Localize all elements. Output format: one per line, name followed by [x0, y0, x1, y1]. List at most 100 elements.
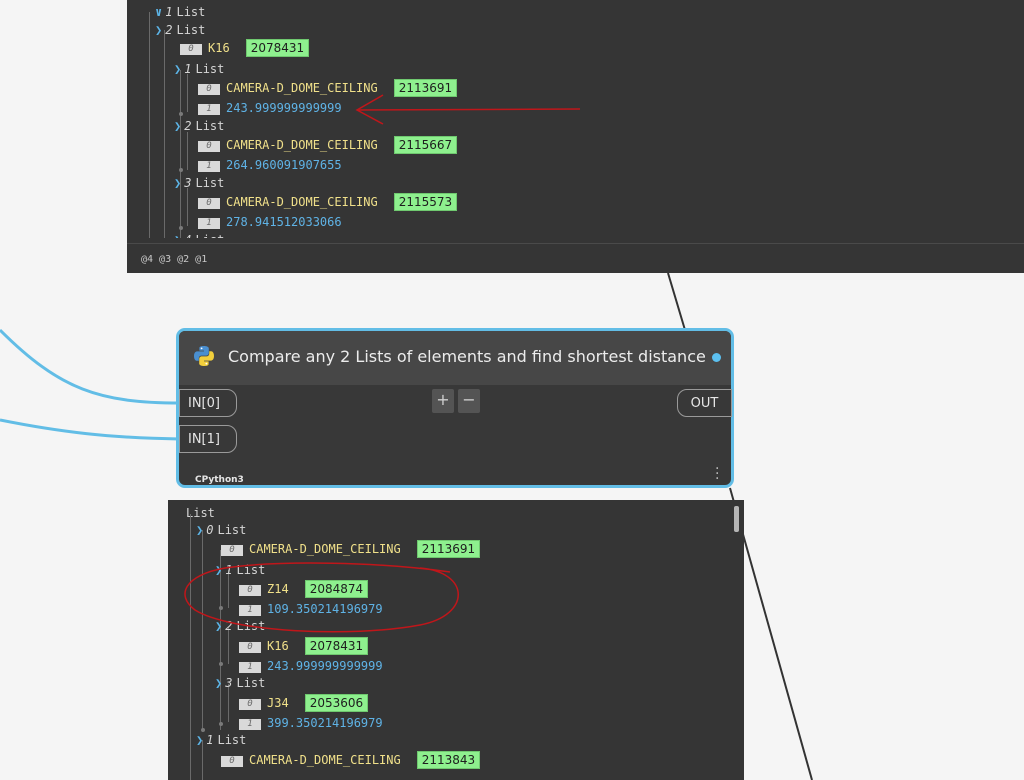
- tree-item[interactable]: 1 243.999999999999: [239, 657, 383, 675]
- top-watch-panel[interactable]: ∨ 1 List ❯ 2 List 0 K16 2078431 ❯ 1 List 0 CAMERA-D_D…: [127, 0, 1024, 273]
- wire-in0: [0, 328, 181, 405]
- item-index-badge: 0: [239, 585, 261, 596]
- list-index: 2: [225, 619, 233, 633]
- tree-list-node[interactable]: ❯ 1 List: [196, 731, 246, 749]
- top-watch-tree[interactable]: ∨ 1 List ❯ 2 List 0 K16 2078431 ❯ 1 List 0 CAMERA-D_D…: [127, 0, 1024, 238]
- output-port-out[interactable]: OUT: [677, 389, 732, 417]
- chevron-right-icon[interactable]: ❯: [174, 119, 181, 133]
- item-index-badge: 0: [221, 545, 243, 556]
- python-script-node[interactable]: Compare any 2 Lists of elements and find…: [176, 328, 734, 488]
- item-index-badge: 1: [239, 719, 261, 730]
- item-string-value: CAMERA-D_DOME_CEILING: [249, 753, 401, 767]
- list-label: List: [195, 62, 225, 76]
- tree-list-node[interactable]: ❯ 1 List: [215, 561, 265, 579]
- bottom-watch-panel[interactable]: List ❯ 0 List 0 CAMERA-D_DOME_CEILING 2113691…: [168, 500, 744, 780]
- list-index: 1: [184, 62, 192, 76]
- item-number-value: 109.350214196979: [267, 602, 383, 616]
- element-id-tag[interactable]: 2078431: [245, 39, 310, 57]
- item-string-value: CAMERA-D_DOME_CEILING: [226, 138, 378, 152]
- item-index-badge: 0: [198, 141, 220, 152]
- remove-input-button[interactable]: −: [458, 389, 480, 413]
- tree-item[interactable]: 0 K16 2078431: [239, 637, 369, 655]
- tree-item[interactable]: 0 CAMERA-D_DOME_CEILING 2113691: [198, 79, 458, 97]
- list-index: 3: [184, 176, 192, 190]
- element-id-tag[interactable]: 2113691: [393, 79, 458, 97]
- list-label: List: [236, 676, 266, 690]
- tree-item[interactable]: 1 243.999999999999: [198, 99, 342, 117]
- tree-list-node[interactable]: ❯4 List: [174, 231, 224, 238]
- tree-list-node[interactable]: ❯ 2 List: [155, 21, 205, 39]
- tree-guide-line: [164, 30, 165, 238]
- item-index-badge: 0: [198, 198, 220, 209]
- item-number-value: 243.999999999999: [226, 101, 342, 115]
- wire-in1: [0, 418, 181, 441]
- tree-item[interactable]: 0 J34 2053606: [239, 694, 369, 712]
- list-index: 1: [206, 733, 214, 747]
- list-index: 1: [225, 563, 233, 577]
- item-number-value: 399.350214196979: [267, 716, 383, 730]
- item-index-badge: 1: [198, 104, 220, 115]
- chevron-right-icon[interactable]: ❯: [196, 523, 203, 537]
- element-id-tag[interactable]: 2078431: [304, 637, 369, 655]
- list-label: List: [176, 23, 206, 37]
- tree-item[interactable]: 1 278.941512033066: [198, 213, 342, 231]
- element-id-tag[interactable]: 2115667: [393, 136, 458, 154]
- list-level-indicator[interactable]: @4 @3 @2 @1: [141, 254, 207, 265]
- list-index: 2: [184, 119, 192, 133]
- input-port-in0[interactable]: IN[0]: [179, 389, 237, 417]
- element-id-tag[interactable]: 2115573: [393, 193, 458, 211]
- chevron-right-icon[interactable]: ❯: [215, 619, 222, 633]
- tree-list-node[interactable]: ∨ 1 List: [155, 3, 205, 21]
- tree-item[interactable]: 1 264.960091907655: [198, 156, 342, 174]
- tree-list-node[interactable]: ❯ 1 List: [174, 60, 224, 78]
- more-options-icon[interactable]: · · ·: [715, 462, 719, 486]
- item-index-badge: 0: [221, 756, 243, 767]
- input-port-in1[interactable]: IN[1]: [179, 425, 237, 453]
- tree-item[interactable]: 1 399.350214196979: [239, 714, 383, 732]
- tree-list-node[interactable]: ❯ 2 List: [215, 617, 265, 635]
- element-id-tag[interactable]: 2113691: [416, 540, 481, 558]
- list-index: 0: [206, 523, 214, 537]
- list-label: List: [176, 5, 206, 19]
- item-number-value: 264.960091907655: [226, 158, 342, 172]
- tree-item[interactable]: 1 109.350214196979: [239, 600, 383, 618]
- tree-guide-line: [149, 12, 150, 238]
- tree-item[interactable]: 0 CAMERA-D_DOME_CEILING 2113843: [221, 751, 481, 769]
- list-index: 2: [165, 23, 173, 37]
- input-port-label: IN[0]: [188, 396, 220, 411]
- node-header[interactable]: Compare any 2 Lists of elements and find…: [179, 331, 731, 385]
- add-input-button[interactable]: +: [432, 389, 454, 413]
- tree-list-node[interactable]: ❯ 2 List: [174, 117, 224, 135]
- scrollbar-thumb[interactable]: [734, 506, 739, 532]
- chevron-right-icon[interactable]: ❯: [196, 733, 203, 747]
- element-id-tag[interactable]: 2084874: [304, 580, 369, 598]
- list-label: List: [236, 563, 266, 577]
- chevron-right-icon[interactable]: ❯: [155, 23, 162, 37]
- chevron-right-icon[interactable]: ❯: [174, 62, 181, 76]
- node-title: Compare any 2 Lists of elements and find…: [228, 347, 706, 366]
- element-id-tag[interactable]: 2113843: [416, 751, 481, 769]
- tree-list-node[interactable]: ❯ 0 List: [196, 521, 246, 539]
- chevron-right-icon[interactable]: ❯: [215, 563, 222, 577]
- list-label: List: [217, 733, 247, 747]
- chevron-right-icon[interactable]: ❯: [174, 176, 181, 190]
- chevron-right-icon[interactable]: ❯: [174, 233, 181, 238]
- tree-item[interactable]: 0 K16 2078431: [180, 39, 310, 57]
- tree-list-node[interactable]: ❯ 3 List: [174, 174, 224, 192]
- tree-item[interactable]: 0 CAMERA-D_DOME_CEILING 2115667: [198, 136, 458, 154]
- list-index: 4: [184, 233, 191, 238]
- tree-guide-line: [187, 74, 188, 112]
- tree-guide-tick: [179, 168, 183, 172]
- bottom-watch-tree[interactable]: List ❯ 0 List 0 CAMERA-D_DOME_CEILING 2113691…: [168, 500, 728, 780]
- item-string-value: K16: [267, 639, 289, 653]
- chevron-down-icon[interactable]: ∨: [155, 5, 162, 19]
- tree-item[interactable]: 0 CAMERA-D_DOME_CEILING 2115573: [198, 193, 458, 211]
- tree-item[interactable]: 0 CAMERA-D_DOME_CEILING 2113691: [221, 540, 481, 558]
- item-string-value: CAMERA-D_DOME_CEILING: [249, 542, 401, 556]
- chevron-right-icon[interactable]: ❯: [215, 676, 222, 690]
- wire-top-to-node: [667, 272, 686, 331]
- tree-item[interactable]: 0 Z14 2084874: [239, 580, 369, 598]
- list-index: 3: [225, 676, 233, 690]
- tree-list-node[interactable]: ❯ 3 List: [215, 674, 265, 692]
- element-id-tag[interactable]: 2053606: [304, 694, 369, 712]
